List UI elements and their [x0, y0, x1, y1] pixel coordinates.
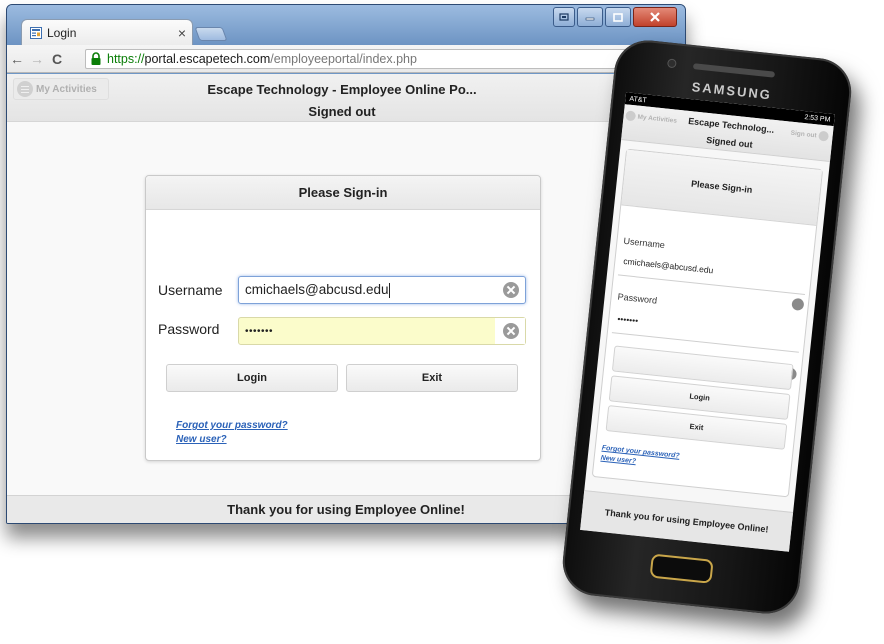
password-value: •••••••	[245, 325, 274, 337]
phone-page-footer: Thank you for using Employee Online!	[580, 490, 794, 552]
phone-password-field[interactable]: •••••••	[611, 307, 802, 353]
stage: Login × ← → C https:// portal.escapetech…	[0, 0, 884, 644]
my-activities-button[interactable]: My Activities	[13, 78, 109, 100]
phone-sign-out-button[interactable]: Sign out	[790, 128, 830, 142]
url-path: /employeeportal/index.php	[270, 52, 417, 66]
text-caret	[388, 282, 390, 298]
browser-toolbar: ← → C https:// portal.escapetech.com /em…	[7, 45, 685, 73]
clear-icon[interactable]	[791, 297, 805, 311]
url-scheme: https://	[107, 52, 145, 66]
my-activities-label: My Activities	[36, 83, 97, 95]
page-header: My Activities Escape Technology - Employ…	[7, 74, 685, 122]
username-label: Username	[158, 282, 223, 298]
phone-sign-out-label: Sign out	[790, 129, 817, 139]
phone-username-label: Username	[623, 235, 666, 251]
phone-username-field[interactable]: cmichaels@abcusd.edu	[617, 249, 808, 296]
home-button[interactable]	[649, 553, 714, 584]
phone-my-activities-button[interactable]: My Activities	[625, 108, 682, 128]
page-favicon-icon	[30, 26, 42, 39]
clear-icon[interactable]	[503, 282, 519, 298]
phone-my-activities-label: My Activities	[637, 113, 678, 125]
phone-sign-in-header: Please Sign-in	[621, 149, 823, 226]
menu-icon	[17, 81, 33, 97]
lock-icon	[90, 52, 104, 66]
forward-button[interactable]: →	[27, 51, 47, 67]
window-extra-button[interactable]	[553, 7, 575, 27]
speaker-grille	[692, 63, 776, 78]
phone-time: 2:53 PM	[804, 113, 831, 124]
sign-in-card: Please Sign-in Username cmichaels@abcusd…	[145, 175, 541, 461]
user-icon	[818, 130, 830, 142]
page-title: Escape Technology - Employee Online Po..…	[207, 82, 477, 97]
window-maximize-icon[interactable]	[605, 7, 631, 27]
password-label: Password	[158, 321, 220, 337]
username-value: cmichaels@abcusd.edu	[245, 282, 389, 298]
reload-button[interactable]: C	[47, 51, 67, 67]
password-field[interactable]: •••••••	[238, 317, 526, 345]
new-user-link[interactable]: New user?	[176, 434, 227, 445]
new-tab-button[interactable]	[194, 27, 228, 41]
tab-strip: Login ×	[7, 5, 685, 45]
forgot-password-link[interactable]: Forgot your password?	[176, 420, 288, 431]
phone-screen: AT&T 2:53 PM My Activities Escape Techno…	[580, 92, 835, 552]
window-close-icon[interactable]	[633, 7, 677, 27]
window-controls	[553, 7, 677, 27]
phone-sign-in-card: Please Sign-in Username cmichaels@abcusd…	[591, 148, 824, 498]
sign-in-header: Please Sign-in	[146, 176, 540, 210]
phone-signed-out-status: Signed out	[705, 134, 754, 150]
url-host: portal.escapetech.com	[144, 52, 271, 66]
login-button[interactable]: Login	[166, 364, 338, 392]
signed-out-status: Signed out	[308, 104, 376, 119]
phone-new-user-link[interactable]: New user?	[600, 455, 636, 466]
clear-icon[interactable]	[503, 323, 519, 339]
address-bar[interactable]: https:// portal.escapetech.com /employee…	[85, 49, 681, 69]
tab-title: Login	[47, 25, 77, 40]
tab-login[interactable]: Login ×	[21, 19, 193, 45]
exit-button[interactable]: Exit	[346, 364, 518, 392]
camera-icon	[666, 58, 677, 69]
username-field[interactable]: cmichaels@abcusd.edu	[238, 276, 526, 304]
menu-icon	[625, 110, 637, 122]
window-minimize-icon[interactable]	[577, 7, 603, 27]
phone-password-label: Password	[617, 291, 658, 306]
tab-close-icon[interactable]: ×	[172, 25, 192, 41]
back-button[interactable]: ←	[7, 51, 27, 67]
